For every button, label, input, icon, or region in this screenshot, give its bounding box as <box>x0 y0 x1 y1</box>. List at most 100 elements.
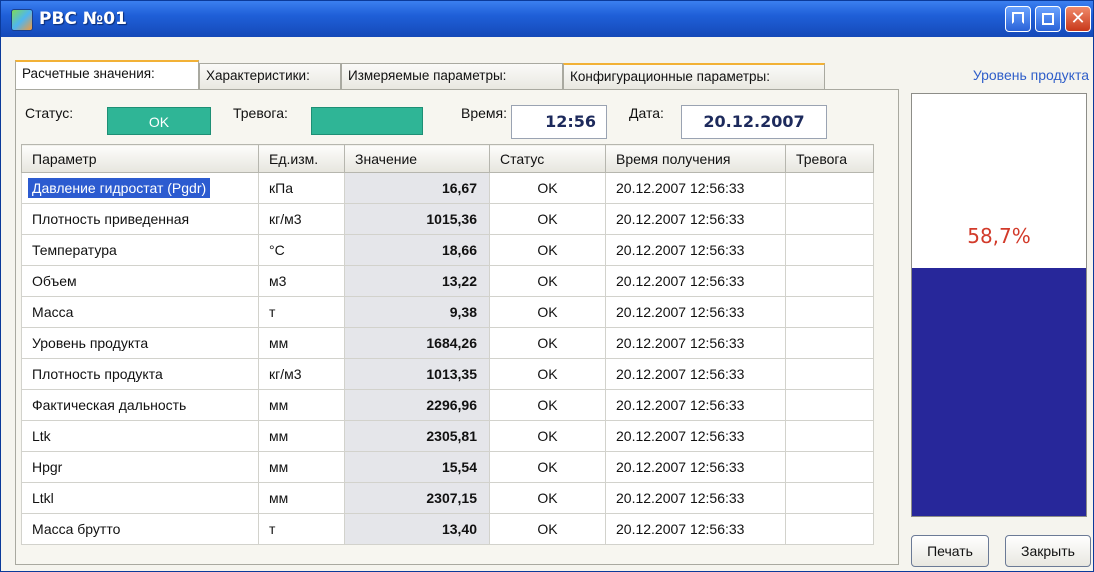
column-header-time[interactable]: Время получения <box>605 144 786 173</box>
cell-parameter: Объем <box>21 265 259 297</box>
cell-alarm <box>785 172 874 204</box>
cell-parameter: Температура <box>21 234 259 266</box>
cell-time: 20.12.2007 12:56:33 <box>605 265 786 297</box>
close-button[interactable]: Закрыть <box>1005 535 1091 567</box>
minimize-icon[interactable] <box>1005 6 1031 32</box>
cell-parameter: Ltkl <box>21 482 259 514</box>
table-row[interactable]: Фактическая дальность мм 2296,96 OK 20.1… <box>21 389 874 421</box>
cell-time: 20.12.2007 12:56:33 <box>605 358 786 390</box>
table-row[interactable]: Ltk мм 2305,81 OK 20.12.2007 12:56:33 <box>21 420 874 452</box>
title-bar[interactable]: РВС №01 ✕ <box>1 1 1093 37</box>
cell-status: OK <box>489 296 606 328</box>
table-row[interactable]: Плотность приведенная кг/м3 1015,36 OK 2… <box>21 203 874 235</box>
cell-unit: кг/м3 <box>258 203 345 235</box>
cell-time: 20.12.2007 12:56:33 <box>605 327 786 359</box>
column-header-parameter[interactable]: Параметр <box>21 144 259 173</box>
cell-value: 13,40 <box>344 513 490 545</box>
cell-value: 1015,36 <box>344 203 490 235</box>
cell-value: 13,22 <box>344 265 490 297</box>
cell-time: 20.12.2007 12:56:33 <box>605 296 786 328</box>
time-field: 12:56 <box>511 105 607 139</box>
cell-parameter: Фактическая дальность <box>21 389 259 421</box>
level-fill <box>912 268 1086 516</box>
table-row[interactable]: Давление гидростат (Pgdr) кПа 16,67 OK 2… <box>21 172 874 204</box>
cell-status: OK <box>489 265 606 297</box>
cell-value: 2296,96 <box>344 389 490 421</box>
cell-status: OK <box>489 482 606 514</box>
cell-alarm <box>785 234 874 266</box>
cell-unit: мм <box>258 451 345 483</box>
tab-configuration-parameters[interactable]: Конфигурационные параметры: <box>563 63 825 89</box>
maximize-icon[interactable] <box>1035 6 1061 32</box>
cell-parameter: Ltk <box>21 420 259 452</box>
column-header-unit[interactable]: Ед.изм. <box>258 144 345 173</box>
table-row[interactable]: Объем м3 13,22 OK 20.12.2007 12:56:33 <box>21 265 874 297</box>
cell-status: OK <box>489 358 606 390</box>
table-row[interactable]: Плотность продукта кг/м3 1013,35 OK 20.1… <box>21 358 874 390</box>
cell-time: 20.12.2007 12:56:33 <box>605 203 786 235</box>
table-row[interactable]: Температура °C 18,66 OK 20.12.2007 12:56… <box>21 234 874 266</box>
cell-unit: т <box>258 513 345 545</box>
cell-unit: м3 <box>258 265 345 297</box>
tab-calculated-values[interactable]: Расчетные значения: <box>15 60 199 90</box>
table-row[interactable]: Hpgr мм 15,54 OK 20.12.2007 12:56:33 <box>21 451 874 483</box>
cell-alarm <box>785 265 874 297</box>
cell-time: 20.12.2007 12:56:33 <box>605 513 786 545</box>
cell-time: 20.12.2007 12:56:33 <box>605 234 786 266</box>
cell-value: 2305,81 <box>344 420 490 452</box>
level-label: Уровень продукта <box>972 67 1089 83</box>
cell-time: 20.12.2007 12:56:33 <box>605 451 786 483</box>
tab-characteristics[interactable]: Характеристики: <box>199 63 341 89</box>
parameters-table: Параметр Ед.изм. Значение Статус Время п… <box>21 144 874 545</box>
date-field: 20.12.2007 <box>681 105 827 139</box>
cell-alarm <box>785 296 874 328</box>
cell-status: OK <box>489 203 606 235</box>
table-row[interactable]: Масса т 9,38 OK 20.12.2007 12:56:33 <box>21 296 874 328</box>
print-button[interactable]: Печать <box>911 535 989 567</box>
cell-status: OK <box>489 451 606 483</box>
close-icon[interactable]: ✕ <box>1065 6 1091 32</box>
cell-time: 20.12.2007 12:56:33 <box>605 482 786 514</box>
cell-value: 15,54 <box>344 451 490 483</box>
app-window: РВС №01 ✕ Расчетные значения: Характерис… <box>0 0 1094 572</box>
cell-time: 20.12.2007 12:56:33 <box>605 420 786 452</box>
column-header-alarm[interactable]: Тревога <box>785 144 874 173</box>
table-row[interactable]: Ltkl мм 2307,15 OK 20.12.2007 12:56:33 <box>21 482 874 514</box>
cell-value: 16,67 <box>344 172 490 204</box>
table-row[interactable]: Масса брутто т 13,40 OK 20.12.2007 12:56… <box>21 513 874 545</box>
cell-value: 1013,35 <box>344 358 490 390</box>
time-label: Время: <box>460 105 507 121</box>
table-header-row: Параметр Ед.изм. Значение Статус Время п… <box>21 144 874 173</box>
alarm-label: Тревога: <box>233 105 288 121</box>
cell-alarm <box>785 203 874 235</box>
cell-parameter: Hpgr <box>21 451 259 483</box>
cell-value: 2307,15 <box>344 482 490 514</box>
table-row[interactable]: Уровень продукта мм 1684,26 OK 20.12.200… <box>21 327 874 359</box>
cell-status: OK <box>489 513 606 545</box>
cell-alarm <box>785 389 874 421</box>
cell-value: 1684,26 <box>344 327 490 359</box>
cell-time: 20.12.2007 12:56:33 <box>605 172 786 204</box>
cell-value: 18,66 <box>344 234 490 266</box>
cell-time: 20.12.2007 12:56:33 <box>605 389 786 421</box>
cell-unit: т <box>258 296 345 328</box>
tab-measured-parameters[interactable]: Измеряемые параметры: <box>341 63 563 89</box>
cell-unit: кг/м3 <box>258 358 345 390</box>
status-label: Статус: <box>25 105 74 121</box>
date-label: Дата: <box>629 105 664 121</box>
cell-alarm <box>785 358 874 390</box>
cell-unit: °C <box>258 234 345 266</box>
cell-status: OK <box>489 234 606 266</box>
app-icon <box>11 9 33 31</box>
cell-status: OK <box>489 172 606 204</box>
cell-unit: мм <box>258 420 345 452</box>
column-header-status[interactable]: Статус <box>489 144 606 173</box>
cell-unit: кПа <box>258 172 345 204</box>
cell-alarm <box>785 420 874 452</box>
column-header-value[interactable]: Значение <box>344 144 490 173</box>
cell-parameter: Плотность продукта <box>21 358 259 390</box>
cell-status: OK <box>489 420 606 452</box>
level-gauge: 58,7% <box>911 93 1087 517</box>
cell-parameter: Давление гидростат (Pgdr) <box>21 172 259 204</box>
status-indicator: OK <box>107 107 211 135</box>
